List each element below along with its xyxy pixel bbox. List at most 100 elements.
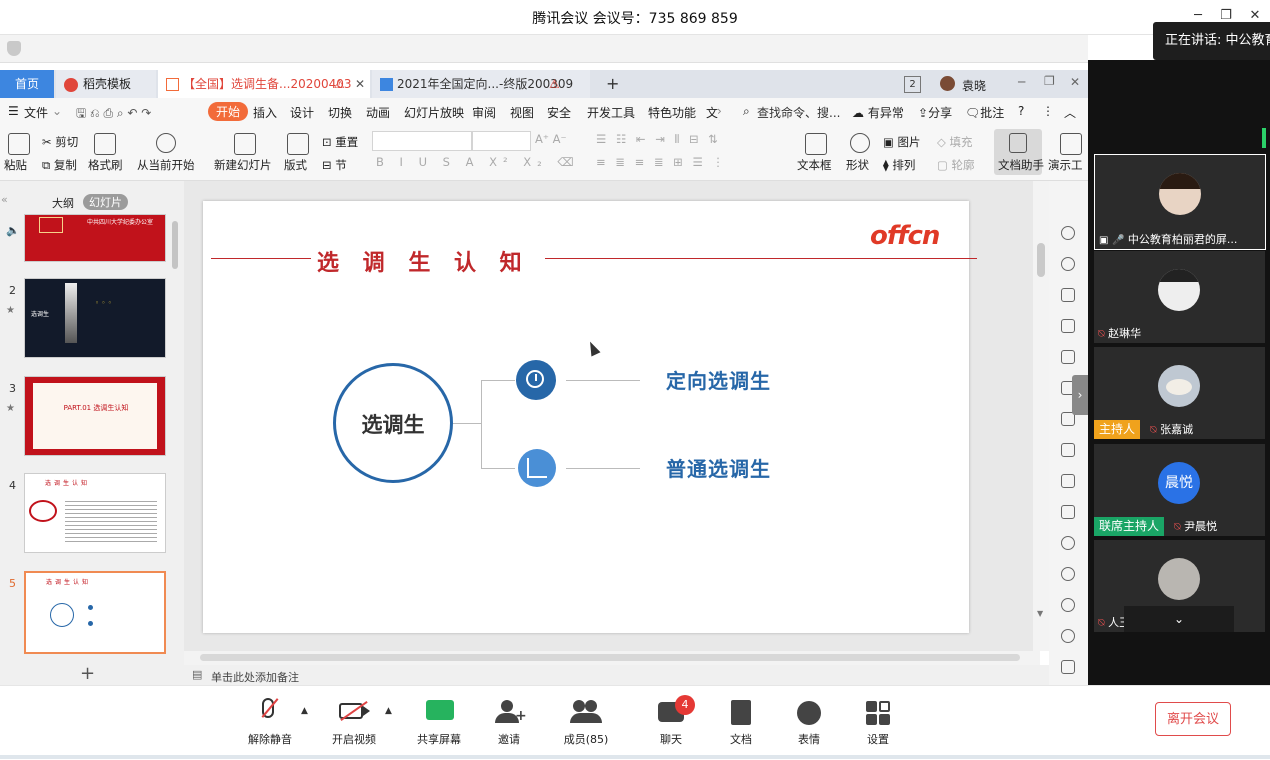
- font-size-field[interactable]: [472, 131, 531, 151]
- participant-card[interactable]: 晨悦 联席主持人 ⍉ 尹晨悦: [1094, 444, 1265, 536]
- menu-features[interactable]: 特色功能: [648, 104, 696, 121]
- textbox-button[interactable]: 文本框: [797, 157, 832, 173]
- menu-developer[interactable]: 开发工具: [587, 104, 635, 121]
- menu-insert[interactable]: 插入: [253, 104, 277, 121]
- paste-button[interactable]: 粘贴: [4, 157, 27, 173]
- chevron-down-icon[interactable]: ⌄: [1124, 606, 1234, 632]
- cut-button[interactable]: ✂ 剪切: [42, 134, 78, 150]
- align-icons[interactable]: ≡ ≣ ≡ ≣ ⊞ ☰ ⋮: [596, 155, 727, 169]
- layout-button[interactable]: 版式: [284, 157, 307, 173]
- shape-tool-icon[interactable]: [1061, 226, 1075, 240]
- participant-card[interactable]: ▣ 🎤 中公教育柏丽君的屏...: [1094, 154, 1266, 250]
- collapse-ribbon-icon[interactable]: ︿: [1064, 104, 1076, 121]
- arrange-button[interactable]: ⧫ 排列: [883, 157, 915, 173]
- notes-placeholder[interactable]: 单击此处添加备注: [211, 669, 299, 685]
- participant-card[interactable]: ⍉ 人王 ⌄: [1094, 540, 1265, 632]
- chevron-right-icon[interactable]: ›: [717, 104, 722, 118]
- menu-design[interactable]: 设计: [290, 104, 314, 121]
- copy-button[interactable]: ⧉ 复制: [42, 157, 77, 173]
- style-icon[interactable]: [1061, 288, 1075, 302]
- wps-close-icon[interactable]: ✕: [1070, 75, 1080, 89]
- menu-file[interactable]: 文件: [24, 104, 48, 121]
- history-tool-icon[interactable]: [1061, 598, 1075, 612]
- tab-slides[interactable]: 幻灯片: [83, 194, 128, 210]
- menu-home[interactable]: 开始: [208, 102, 249, 121]
- new-slide-button[interactable]: 新建幻灯片: [214, 157, 272, 173]
- horizontal-scroll-thumb[interactable]: [200, 654, 1020, 661]
- tab-close-icon[interactable]: ✕: [355, 70, 365, 98]
- menu-slideshow[interactable]: 幻灯片放映: [404, 104, 464, 121]
- avatar[interactable]: [940, 76, 955, 91]
- new-tab-button[interactable]: +: [598, 70, 618, 98]
- tab-home[interactable]: 首页: [0, 70, 54, 98]
- font-style-icons[interactable]: B I U S A X² X₂ ⌫: [376, 155, 580, 169]
- scroll-down-icon[interactable]: ▼: [1037, 609, 1043, 618]
- font-grow-icon[interactable]: A⁺ A⁻: [535, 132, 567, 146]
- vertical-scroll-thumb[interactable]: [1037, 243, 1045, 277]
- shape-button[interactable]: 形状: [846, 157, 869, 173]
- menu-animation[interactable]: 动画: [366, 104, 390, 121]
- list-icons[interactable]: ☰ ☷ ⇤ ⇥ ⫴ ⊟ ⇅: [596, 132, 721, 147]
- slide-thumbnail-1[interactable]: 中共四川大学纪委办公室: [24, 214, 166, 262]
- user-name[interactable]: 袁晓: [962, 77, 986, 94]
- paste-icon[interactable]: [8, 133, 30, 155]
- help-tool-icon[interactable]: [1061, 629, 1075, 643]
- picture-tool-icon[interactable]: [1061, 505, 1075, 519]
- sound-icon[interactable]: [1061, 536, 1075, 550]
- animation-icon[interactable]: [1061, 567, 1075, 581]
- box-icon[interactable]: [1061, 660, 1075, 674]
- font-name-field[interactable]: [372, 131, 472, 151]
- format-painter-button[interactable]: 格式刷: [88, 157, 123, 173]
- thumbnail-scrollbar[interactable]: [172, 221, 178, 269]
- tab-docer[interactable]: 稻壳模板: [56, 70, 156, 98]
- share-button[interactable]: ⇪分享: [918, 104, 952, 121]
- from-current-button[interactable]: 从当前开始: [137, 157, 195, 173]
- format-painter-icon[interactable]: [94, 133, 116, 155]
- doc-assistant-button[interactable]: 文档助手: [994, 129, 1044, 175]
- notes-bar[interactable]: ▤ 单击此处添加备注: [184, 665, 1088, 685]
- slide[interactable]: 选 调 生 认 知 offcn 选调生 定向选调生 普通选调生: [203, 201, 977, 633]
- leave-meeting-button[interactable]: 离开会议: [1155, 702, 1231, 736]
- participant-card[interactable]: 主持人 ⍉ 张嘉诚: [1094, 347, 1265, 439]
- slide-thumbnail-2[interactable]: 选调生 ◦ ◦ ◦: [24, 278, 166, 358]
- chart-tool-icon[interactable]: [1061, 350, 1075, 364]
- cloud-status[interactable]: ☁ 有异常: [852, 104, 904, 121]
- archive-icon[interactable]: [1061, 474, 1075, 488]
- reset-button[interactable]: ⊡ 重置: [322, 134, 358, 150]
- vertical-scrollbar[interactable]: ▼: [1033, 181, 1049, 651]
- quick-tools-icon[interactable]: 🖫 ⎌ ⎙ ⌕ ↶ ↷: [76, 104, 151, 125]
- participant-card[interactable]: ⍉ 赵琳华: [1094, 251, 1265, 343]
- tab-outline[interactable]: 大纲: [52, 195, 74, 211]
- menu-view[interactable]: 视图: [510, 104, 534, 121]
- mic-options-icon[interactable]: ▲: [301, 706, 308, 716]
- more-icon[interactable]: ⋮: [1042, 104, 1054, 118]
- command-search[interactable]: 查找命令、搜...: [757, 104, 840, 121]
- tab-active-doc[interactable]: 【全国】选调生备...20200403 ⚠ ✕: [158, 70, 370, 98]
- menu-security[interactable]: 安全: [547, 104, 571, 121]
- hamburger-icon[interactable]: ☰: [8, 104, 19, 118]
- location-icon[interactable]: [1061, 257, 1075, 271]
- grid-icon[interactable]: [1061, 319, 1075, 333]
- shape-icon[interactable]: [850, 133, 870, 153]
- new-slide-icon[interactable]: [234, 133, 256, 155]
- wps-minimize-icon[interactable]: ─: [1018, 75, 1025, 89]
- present-tool-icon[interactable]: [1060, 133, 1082, 155]
- export-icon[interactable]: [1061, 443, 1075, 457]
- slide-thumbnail-3[interactable]: PART.01 选调生认知: [24, 376, 166, 456]
- section-button[interactable]: ⊟ 节: [322, 157, 347, 173]
- video-options-icon[interactable]: ▲: [385, 706, 392, 716]
- tab-doc2[interactable]: 2021年全国定向...-终版200309 ⚠: [372, 70, 590, 98]
- outline-button[interactable]: ▢ 轮廓: [937, 157, 975, 173]
- textbox-icon[interactable]: [805, 133, 827, 155]
- comment-button[interactable]: 🗨批注: [965, 104, 1004, 121]
- layout-icon[interactable]: [287, 133, 309, 155]
- present-tool-button[interactable]: 演示工: [1048, 157, 1083, 173]
- play-icon[interactable]: [156, 133, 176, 153]
- horizontal-scrollbar[interactable]: [184, 651, 1040, 665]
- add-slide-button[interactable]: +: [80, 663, 95, 684]
- wps-maximize-icon[interactable]: ❐: [1044, 74, 1055, 88]
- slide-thumbnail-5-active[interactable]: 选调生认知: [24, 571, 166, 654]
- menu-review[interactable]: 审阅: [472, 104, 496, 121]
- fill-button[interactable]: ◇ 填充: [937, 134, 973, 150]
- picture-button[interactable]: ▣ 图片: [883, 134, 921, 150]
